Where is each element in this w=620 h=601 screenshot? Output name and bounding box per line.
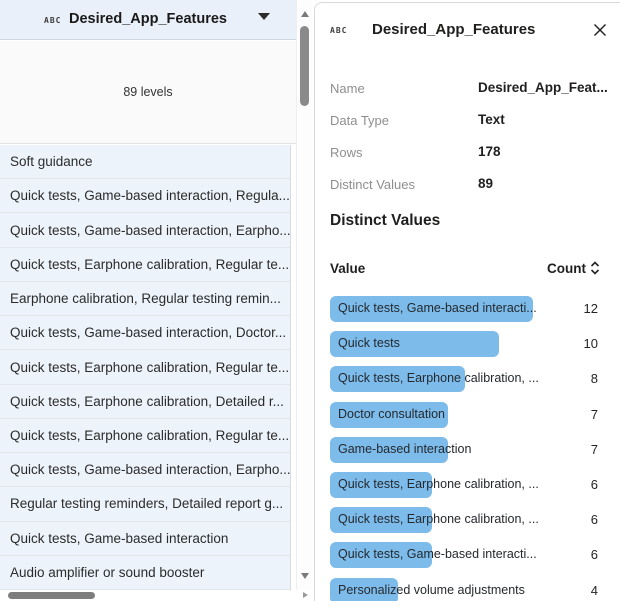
count-value: 6 [591, 477, 598, 492]
table-row[interactable]: Quick tests, Earphone calibration, ... 8 [330, 362, 620, 397]
list-item-label: Regular testing reminders, Detailed repo… [10, 496, 283, 511]
levels-list: Soft guidance Quick tests, Game-based in… [0, 145, 291, 590]
list-item-label: Quick tests, Game-based interaction, Reg… [10, 188, 290, 203]
value-label: Quick tests, Earphone calibration, ... [338, 371, 539, 385]
vertical-scrollbar[interactable] [296, 0, 312, 590]
value-label: Game-based interaction [338, 442, 471, 456]
list-item-label: Quick tests, Game-based interaction, Ear… [10, 223, 290, 238]
text-type-icon: ABC [330, 26, 347, 35]
count-value: 12 [584, 301, 598, 316]
list-item[interactable]: Quick tests, Earphone calibration, Regul… [0, 350, 290, 384]
field-distinct-values: Distinct Values 89 [330, 175, 610, 195]
list-item[interactable]: Quick tests, Game-based interaction, Ear… [0, 453, 290, 487]
list-item[interactable]: Quick tests, Earphone calibration, Regul… [0, 248, 290, 282]
list-item-label: Quick tests, Game-based interaction, Doc… [10, 325, 286, 340]
count-value: 7 [591, 442, 598, 457]
table-row[interactable]: Personalized volume adjustments 4 [330, 574, 620, 601]
horizontal-scrollbar[interactable] [0, 590, 312, 601]
list-item-label: Quick tests, Earphone calibration, Regul… [10, 428, 289, 443]
field-label: Rows [330, 145, 363, 160]
table-row[interactable]: Game-based interaction 7 [330, 433, 620, 468]
table-row[interactable]: Quick tests, Earphone calibration, ... 6 [330, 503, 620, 538]
list-item[interactable]: Quick tests, Earphone calibration, Detai… [0, 385, 290, 419]
distinct-values-table-header: Value Count [330, 260, 600, 280]
list-item[interactable]: Quick tests, Game-based interaction, Doc… [0, 316, 290, 350]
count-value: 6 [591, 547, 598, 562]
chevron-down-icon[interactable] [258, 13, 270, 20]
vertical-scrollbar-thumb[interactable] [300, 26, 309, 106]
field-value: Text [478, 112, 505, 127]
app-window: ABC Desired_App_Features 89 levels Soft … [0, 0, 620, 601]
column-values-panel: ABC Desired_App_Features 89 levels Soft … [0, 0, 312, 601]
detail-panel-title: Desired_App_Features [372, 21, 535, 38]
count-value: 10 [584, 336, 598, 351]
levels-label: 89 levels [123, 85, 172, 99]
list-item[interactable]: Quick tests, Earphone calibration, Regul… [0, 419, 290, 453]
table-row[interactable]: Doctor consultation 7 [330, 398, 620, 433]
column-header-dropdown[interactable]: ABC Desired_App_Features [0, 0, 296, 40]
list-item[interactable]: Quick tests, Game-based interaction, Ear… [0, 213, 290, 247]
distinct-values-heading: Distinct Values [330, 212, 440, 230]
table-row[interactable]: Quick tests, Earphone calibration, ... 6 [330, 468, 620, 503]
count-value: 6 [591, 512, 598, 527]
list-item[interactable]: Audio amplifier or sound booster [0, 556, 290, 590]
count-value: 7 [591, 407, 598, 422]
value-label: Personalized volume adjustments [338, 583, 525, 597]
table-row[interactable]: Quick tests, Game-based interacti... 12 [330, 292, 620, 327]
field-value: 178 [478, 144, 501, 159]
list-item-label: Audio amplifier or sound booster [10, 565, 204, 580]
distinct-values-table: Quick tests, Game-based interacti... 12 … [330, 292, 620, 601]
field-name: Name Desired_App_Feat... [330, 79, 610, 99]
field-data-type: Data Type Text [330, 111, 610, 131]
field-label: Data Type [330, 113, 389, 128]
levels-summary: 89 levels [0, 41, 296, 144]
table-row[interactable]: Quick tests 10 [330, 327, 620, 362]
horizontal-scrollbar-thumb[interactable] [8, 592, 95, 599]
count-value: 4 [591, 583, 598, 598]
column-detail-panel: ABC Desired_App_Features Name Desired_Ap… [314, 2, 620, 601]
list-item[interactable]: Quick tests, Game-based interaction [0, 522, 290, 556]
field-rows: Rows 178 [330, 143, 610, 163]
value-label: Quick tests, Earphone calibration, ... [338, 477, 539, 491]
column-title: Desired_App_Features [0, 11, 296, 27]
list-item[interactable]: Quick tests, Game-based interaction, Reg… [0, 179, 290, 213]
close-icon [592, 22, 608, 38]
list-item-label: Soft guidance [10, 154, 93, 169]
list-item-label: Quick tests, Earphone calibration, Regul… [10, 257, 289, 272]
field-label: Distinct Values [330, 177, 415, 192]
count-value: 8 [591, 371, 598, 386]
list-item[interactable]: Soft guidance [0, 145, 290, 179]
list-item-label: Quick tests, Game-based interaction [10, 531, 228, 546]
field-value: Desired_App_Feat... [478, 80, 608, 95]
list-item-label: Quick tests, Earphone calibration, Regul… [10, 360, 289, 375]
field-value: 89 [478, 176, 493, 191]
count-header-label: Count [547, 261, 586, 276]
scroll-right-arrow-icon[interactable] [303, 592, 308, 598]
field-label: Name [330, 81, 365, 96]
value-label: Quick tests [338, 336, 400, 350]
scroll-down-arrow-icon[interactable] [301, 573, 309, 579]
list-item[interactable]: Regular testing reminders, Detailed repo… [0, 487, 290, 521]
list-item[interactable]: Earphone calibration, Regular testing re… [0, 282, 290, 316]
value-label: Doctor consultation [338, 407, 445, 421]
value-label: Quick tests, Game-based interacti... [338, 301, 537, 315]
value-column-header[interactable]: Value [330, 261, 365, 276]
list-item-label: Quick tests, Game-based interaction, Ear… [10, 462, 290, 477]
list-item-label: Quick tests, Earphone calibration, Detai… [10, 394, 284, 409]
value-label: Quick tests, Earphone calibration, ... [338, 512, 539, 526]
table-row[interactable]: Quick tests, Game-based interacti... 6 [330, 538, 620, 573]
list-item-label: Earphone calibration, Regular testing re… [10, 291, 281, 306]
value-label: Quick tests, Game-based interacti... [338, 547, 537, 561]
scroll-up-arrow-icon[interactable] [301, 11, 309, 17]
sort-icon [590, 260, 600, 276]
count-column-header[interactable]: Count [547, 260, 600, 276]
close-button[interactable] [588, 18, 612, 42]
